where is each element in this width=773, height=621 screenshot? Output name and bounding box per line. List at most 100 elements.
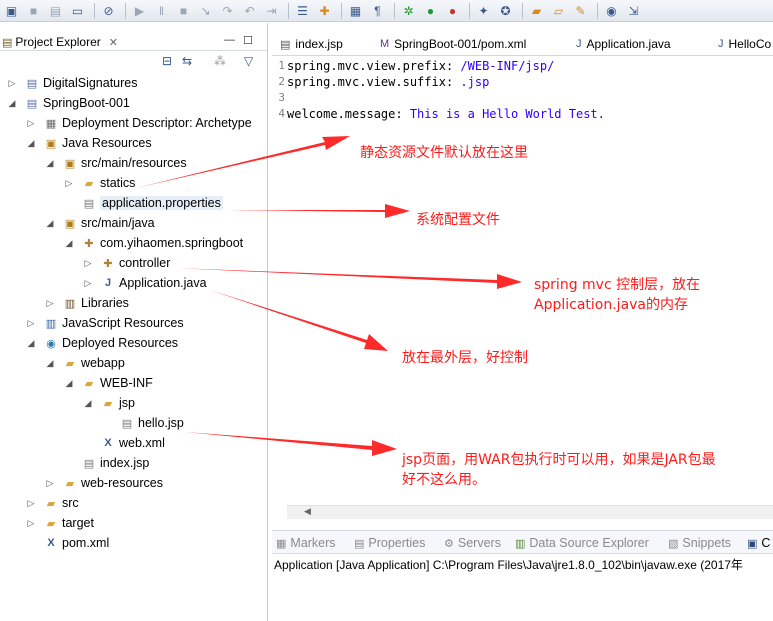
new-icon[interactable]: ▣ [2,2,21,20]
run-icon[interactable]: ● [421,2,440,20]
expanded-twisty-icon[interactable]: ◢ [82,398,94,409]
tree-item[interactable]: Xpom.xml [25,533,109,553]
tab-console[interactable]: ▣ C [747,534,770,552]
project-explorer-icon: ▤ [2,36,13,49]
collapsed-twisty-icon[interactable]: ▷ [82,278,94,289]
expanded-twisty-icon[interactable]: ◢ [63,378,75,389]
tree-item[interactable]: ▤ hello.jsp [101,413,184,433]
tree-item[interactable]: ▷ ▰ target [25,513,94,533]
collapsed-twisty-icon[interactable]: ▷ [44,478,56,489]
open-console-icon[interactable]: ✚ [315,2,334,20]
jsp-file-icon: ▤ [83,457,95,470]
new-class-icon[interactable]: ✪ [496,2,515,20]
expanded-twisty-icon[interactable]: ◢ [44,358,56,369]
tab-snippets[interactable]: ▧ Snippets [668,534,731,552]
expanded-twisty-icon[interactable]: ◢ [44,218,56,229]
expanded-twisty-icon[interactable]: ◢ [63,238,75,249]
tree-item[interactable]: ▷ ▦ Deployment Descriptor: Archetype [25,113,252,133]
open-type-icon[interactable]: ▰ [527,2,546,20]
step-over-icon[interactable]: ↷ [218,2,237,20]
collapsed-twisty-icon[interactable]: ▷ [25,518,37,529]
tab-data-source-explorer[interactable]: ▥ Data Source Explorer [515,534,649,552]
filter-icon[interactable]: ⁂ [214,54,226,68]
tree-item-label: DigitalSignatures [43,76,138,90]
tree-item[interactable]: ▷ J Application.java [82,273,207,293]
tab-index-jsp[interactable]: ▤ index.jsp [276,34,347,54]
tab-properties[interactable]: ▤ Properties [354,534,425,552]
tree-item[interactable]: ▷ ▥ Libraries [44,293,129,313]
collapsed-twisty-icon[interactable]: ▷ [44,298,56,309]
tree-item[interactable]: ▷ ▥ JavaScript Resources [25,313,184,333]
collapsed-twisty-icon[interactable]: ▷ [63,178,75,189]
scroll-left-icon[interactable]: ◀ [304,506,311,517]
collapsed-twisty-icon[interactable]: ▷ [25,118,37,129]
tree-item[interactable]: ◢ ▣ src/main/resources [44,153,187,173]
tree-item[interactable]: ▷ ✚ controller [82,253,171,273]
tree-item[interactable]: ◢ ◉ Deployed Resources [25,333,179,353]
tab-label: Properties [368,536,426,550]
maximize-icon[interactable]: ☐ [243,34,253,47]
print-icon[interactable]: ▭ [68,2,87,20]
tree-item[interactable]: ▷ ▤ DigitalSignatures [6,73,138,93]
tree-item-label: WEB-INF [100,376,153,390]
tree-item[interactable]: ▤ application.properties [63,193,223,213]
stop-server-icon[interactable]: ● [443,2,462,20]
tree-item[interactable]: ◢ ✚ com.yihaomen.springboot [63,233,244,253]
open-task-icon[interactable]: ▱ [549,2,568,20]
tree-item-label: Deployed Resources [62,336,179,350]
tree-item[interactable]: ▷ ▰ statics [63,173,136,193]
code-line[interactable]: spring.mvc.view.suffix: .jsp [287,74,489,90]
tree-item[interactable]: ◢ ▰ WEB-INF [63,373,153,393]
tree-item[interactable]: ▷ ▰ src [25,493,79,513]
suspend-icon[interactable]: ‖ [152,2,171,20]
horizontal-scrollbar[interactable]: ◀ [287,505,773,519]
expanded-twisty-icon[interactable]: ◢ [25,338,37,349]
code-line[interactable]: welcome.message: This is a Hello World T… [287,106,605,122]
skip-breakpoints-icon[interactable]: ⊘ [99,2,118,20]
save-all-icon[interactable]: ▤ [46,2,65,20]
terminate-icon[interactable]: ■ [174,2,193,20]
view-menu-icon[interactable]: ▽ [244,54,253,68]
collapsed-twisty-icon[interactable]: ▷ [82,258,94,269]
markers-icon: ▦ [276,537,287,550]
expanded-twisty-icon[interactable]: ◢ [6,98,18,109]
open-perspective-icon[interactable]: ◉ [602,2,621,20]
new-wizard-icon[interactable]: ✦ [474,2,493,20]
tab-markers[interactable]: ▦ Markers [276,534,336,552]
step-into-icon[interactable]: ↘ [196,2,215,20]
tab-helloco[interactable]: J HelloCo [714,34,773,54]
expanded-twisty-icon[interactable]: ◢ [44,158,56,169]
show-whitespace-icon[interactable]: ¶ [368,2,387,20]
collapsed-twisty-icon[interactable]: ▷ [6,78,18,89]
tab-application-java[interactable]: J Application.java [572,34,675,54]
minimize-icon[interactable]: — [224,34,235,46]
collapse-all-icon[interactable]: ⊟ [162,54,172,68]
expanded-twisty-icon[interactable]: ◢ [25,138,37,149]
step-return-icon[interactable]: ↶ [240,2,259,20]
tree-item[interactable]: Xweb.xml [82,433,165,453]
tree-item[interactable]: ▤ index.jsp [63,453,150,473]
tree-item[interactable]: ◢ ▣ src/main/java [44,213,155,233]
code-line[interactable]: spring.mvc.view.prefix: /WEB-INF/jsp/ [287,58,554,74]
tab-project-explorer[interactable]: ▤ Project Explorer ✕ [0,32,124,52]
link-with-editor-icon[interactable]: ⇆ [182,54,192,68]
tree-item[interactable]: ◢ ▣ Java Resources [25,133,152,153]
tree-item[interactable]: ◢ ▰ webapp [44,353,125,373]
tree-item[interactable]: ◢ ▤ SpringBoot-001 [6,93,130,113]
toolbar-separator [597,2,598,19]
close-icon[interactable]: ✕ [109,36,118,49]
tree-item[interactable]: ◢ ▰ jsp [82,393,135,413]
drop-to-frame-icon[interactable]: ⇥ [262,2,281,20]
toggle-block-icon[interactable]: ▦ [346,2,365,20]
collapsed-twisty-icon[interactable]: ▷ [25,498,37,509]
search-icon[interactable]: ✎ [571,2,590,20]
tab-servers[interactable]: ⚙ Servers [444,534,501,552]
resume-icon[interactable]: ▶ [130,2,149,20]
use-step-filters-icon[interactable]: ☰ [293,2,312,20]
debug-icon[interactable]: ✲ [399,2,418,20]
navigate-icon[interactable]: ⇲ [624,2,643,20]
tab-pom-xml[interactable]: M SpringBoot-001/pom.xml [376,34,530,54]
save-icon[interactable]: ■ [24,2,43,20]
tree-item[interactable]: ▷ ▰ web-resources [44,473,163,493]
collapsed-twisty-icon[interactable]: ▷ [25,318,37,329]
